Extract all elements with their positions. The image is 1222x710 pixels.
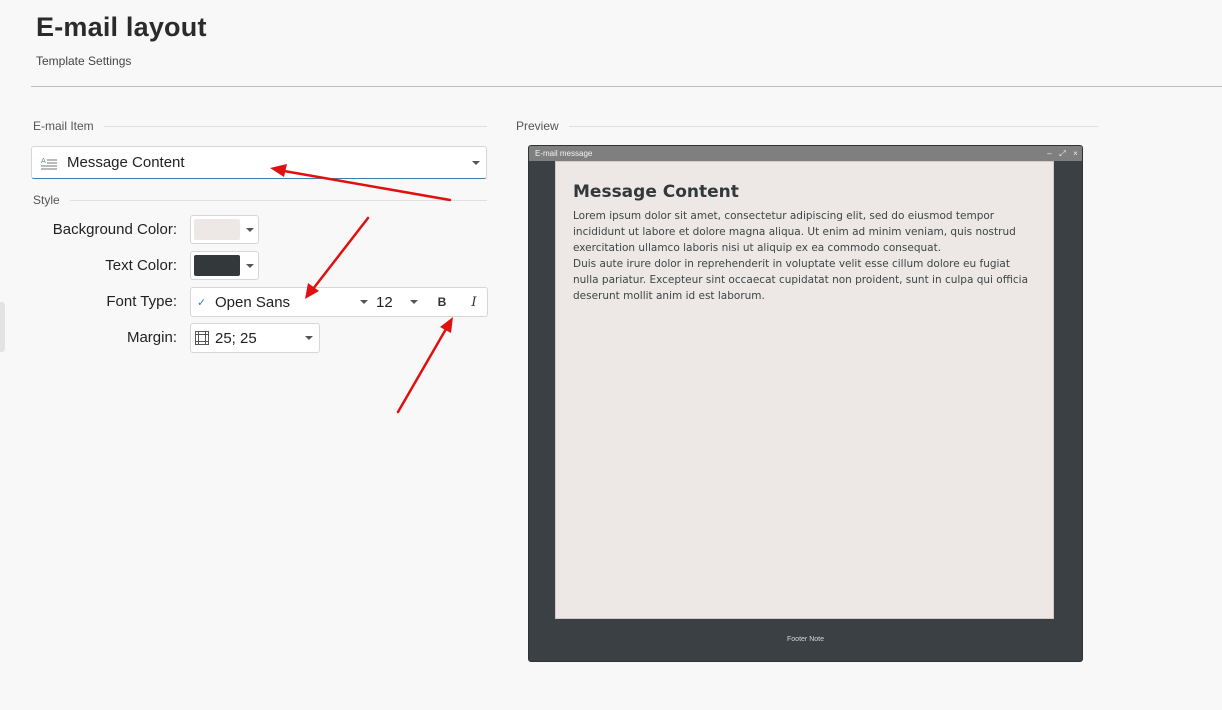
margin-dropdown[interactable]: 25; 25	[190, 323, 320, 353]
chevron-down-icon[interactable]	[305, 336, 313, 340]
preview-footer-note: Footer Note	[787, 636, 824, 643]
italic-button[interactable]: I	[464, 295, 484, 310]
maximize-icon[interactable]: ⤢	[1056, 149, 1069, 159]
email-item-dropdown[interactable]: A Message Content	[31, 146, 487, 179]
chevron-down-icon[interactable]	[246, 227, 254, 232]
page-subtitle: Template Settings	[36, 54, 132, 68]
email-item-selected-value: Message Content	[67, 154, 185, 171]
preview-window-title: E-mail message	[535, 149, 593, 158]
preview-section-text: Preview	[516, 119, 559, 133]
section-divider	[69, 199, 487, 201]
background-color-picker[interactable]	[190, 215, 259, 244]
chevron-down-icon[interactable]	[360, 300, 368, 304]
margin-value: 25; 25	[215, 329, 257, 347]
text-color-label: Text Color:	[105, 257, 177, 274]
section-divider	[103, 125, 487, 127]
close-icon[interactable]: ×	[1069, 149, 1082, 158]
font-type-label: Font Type:	[106, 293, 177, 310]
chevron-down-icon[interactable]	[472, 160, 480, 165]
preview-titlebar: E-mail message – ⤢ ×	[529, 146, 1082, 161]
email-preview-window: E-mail message – ⤢ × Message Content Lor…	[528, 145, 1083, 662]
preview-paragraph: Lorem ipsum dolor sit amet, consectetur …	[573, 210, 1016, 254]
checkmark-icon: ✓	[197, 296, 207, 309]
style-section-label: Style	[33, 193, 487, 207]
font-name-dropdown[interactable]: Open Sans	[215, 294, 360, 311]
preview-message-title: Message Content	[573, 182, 739, 202]
section-divider	[568, 125, 1098, 127]
text-color-picker[interactable]	[190, 251, 259, 280]
arrowhead-icon	[440, 317, 453, 333]
page-title: E-mail layout	[36, 12, 207, 42]
header-divider	[31, 86, 1222, 87]
font-type-editor[interactable]: ✓ Open Sans 12 B I	[190, 287, 488, 317]
text-document-icon: A	[41, 157, 57, 169]
background-color-swatch	[194, 219, 240, 240]
font-size-dropdown[interactable]: 12	[376, 294, 410, 311]
chevron-down-icon[interactable]	[246, 263, 254, 268]
margin-label: Margin:	[126, 329, 177, 346]
annotation-arrow	[396, 327, 448, 414]
email-item-section-text: E-mail Item	[33, 119, 94, 133]
side-panel-handle[interactable]	[0, 302, 5, 352]
background-color-label: Background Color:	[52, 221, 177, 238]
chevron-down-icon[interactable]	[410, 300, 418, 304]
margin-grid-icon	[195, 331, 209, 345]
style-section-text: Style	[33, 193, 60, 207]
svg-text:A: A	[41, 157, 46, 165]
preview-message-body: Lorem ipsum dolor sit amet, consectetur …	[573, 208, 1036, 304]
annotation-arrow	[311, 216, 370, 291]
preview-paragraph: Duis aute irure dolor in reprehenderit i…	[573, 258, 1029, 302]
preview-message-content: Message Content Lorem ipsum dolor sit am…	[555, 161, 1054, 619]
text-color-swatch	[194, 255, 240, 276]
minimize-icon[interactable]: –	[1043, 149, 1056, 158]
preview-section-label: Preview	[516, 119, 1098, 133]
email-item-section-label: E-mail Item	[33, 119, 487, 133]
bold-button[interactable]: B	[432, 295, 452, 309]
